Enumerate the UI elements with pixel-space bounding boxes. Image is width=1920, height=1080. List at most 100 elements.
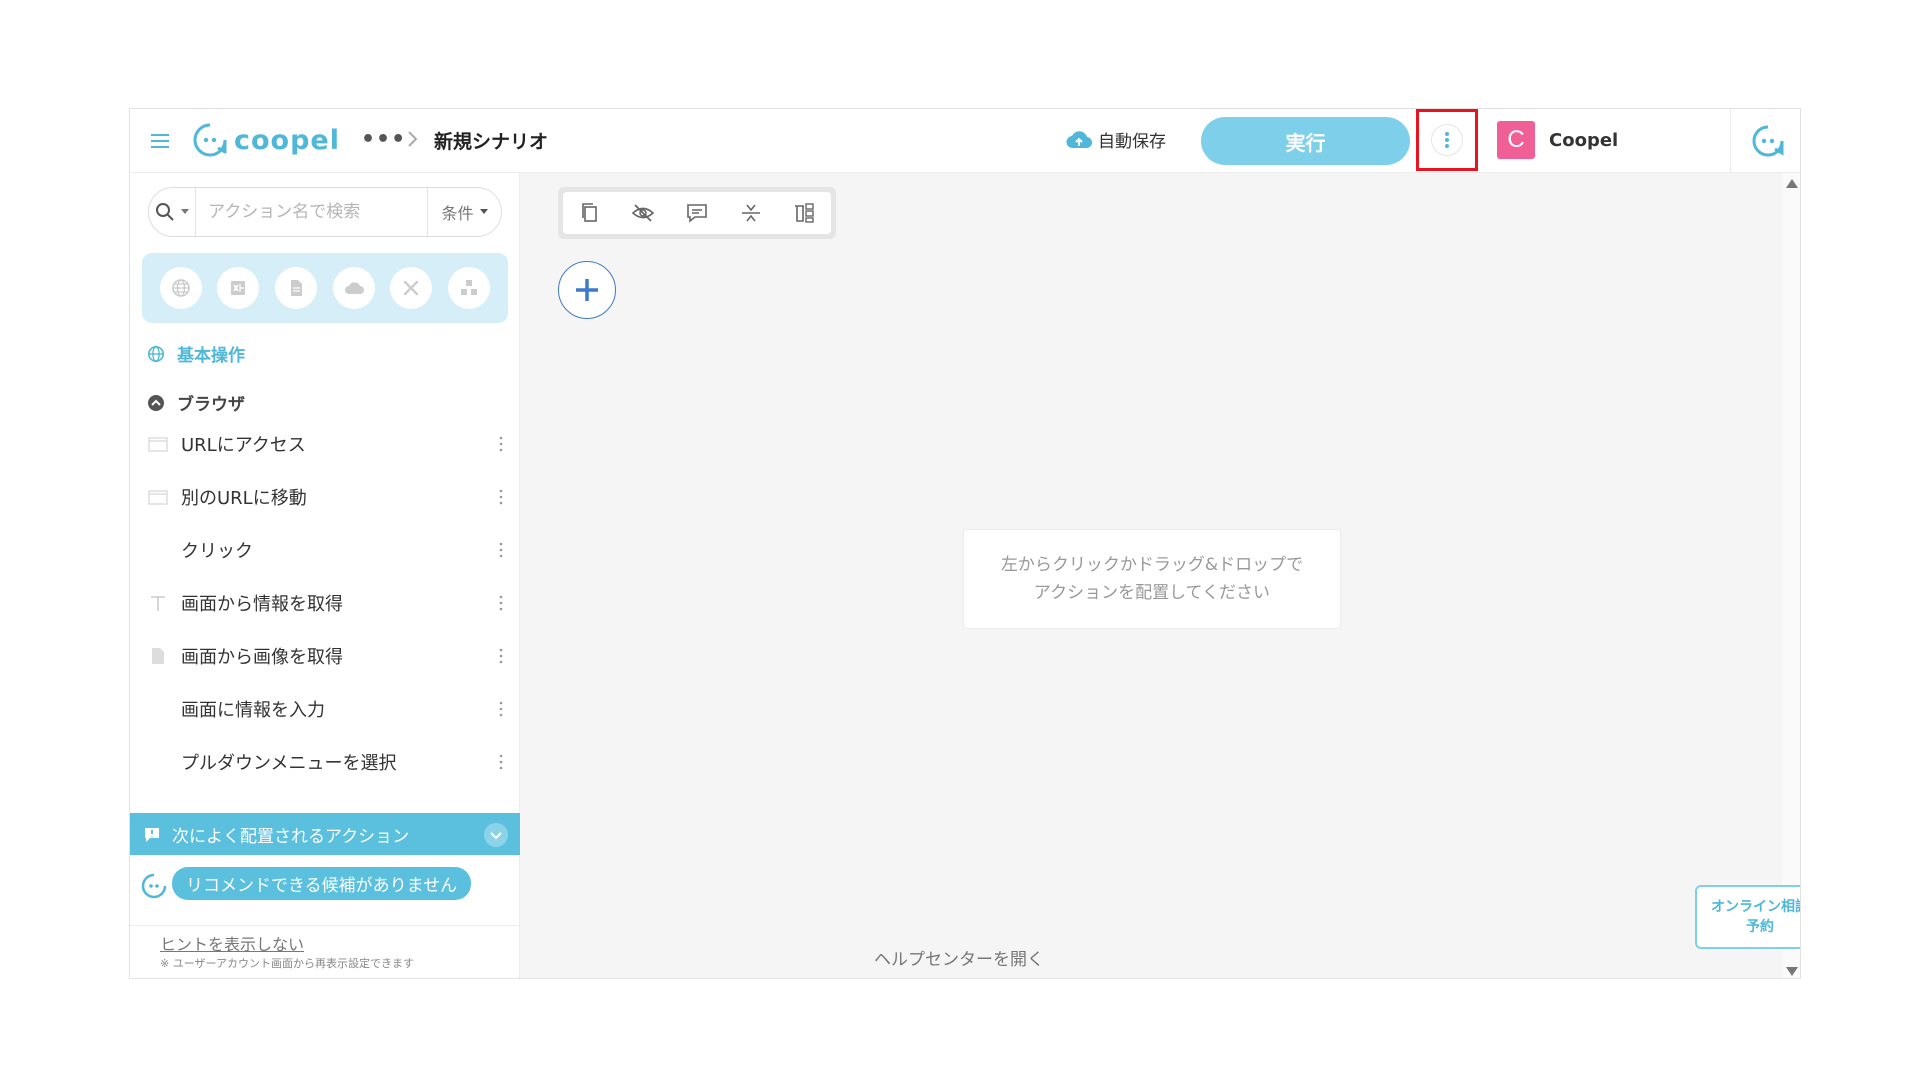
suggested-actions-bar[interactable]: 次によく配置されるアクション (130, 813, 520, 855)
sidebar: 条件 基本操作 (130, 173, 520, 978)
online-consultation-button[interactable]: オンライン相談 予約 (1695, 885, 1801, 949)
category-bar (142, 253, 508, 323)
category-cluster[interactable] (448, 267, 491, 309)
help-center-link[interactable]: ヘルプセンターを開く (520, 945, 1398, 970)
action-get-info[interactable]: 画面から情報を取得 (130, 576, 520, 629)
logo-text: coopel (234, 124, 340, 156)
drop-hint-line-2: アクションを配置してください (1033, 583, 1271, 603)
action-label: 画面に情報を入力 (181, 699, 325, 721)
action-select-dropdown[interactable]: プルダウンメニューを選択 (130, 735, 520, 788)
header-divider (1730, 109, 1731, 173)
scroll-up-arrow[interactable] (1786, 179, 1798, 188)
collapse-toggle[interactable] (484, 823, 508, 847)
section-browser-label: ブラウザ (177, 395, 245, 415)
condition-label: 条件 (441, 204, 474, 223)
document-icon (291, 280, 303, 296)
caret-down-icon (479, 209, 488, 214)
text-icon (151, 595, 165, 611)
category-excel[interactable] (217, 267, 260, 309)
trash-icon (795, 203, 814, 223)
action-label: URLにアクセス (181, 434, 306, 456)
vertical-dots-icon[interactable] (498, 433, 504, 455)
canvas-toolbar (558, 187, 836, 239)
run-button[interactable]: 実行 (1201, 117, 1410, 165)
category-document[interactable] (275, 267, 318, 309)
add-action-button[interactable] (558, 261, 616, 319)
excel-icon (231, 281, 246, 295)
action-input-info[interactable]: 画面に情報を入力 (130, 682, 520, 735)
delete-button[interactable] (788, 197, 820, 229)
hamburger-menu-icon[interactable] (149, 130, 171, 152)
search-input[interactable] (196, 188, 428, 236)
divider (130, 925, 520, 926)
action-label: 画面から画像を取得 (181, 646, 343, 668)
cloud-upload-icon (1066, 130, 1092, 148)
copy-button[interactable] (574, 197, 606, 229)
section-browser[interactable]: ブラウザ (147, 390, 245, 415)
section-basic-label: 基本操作 (177, 346, 245, 366)
section-basic-operations[interactable]: 基本操作 (147, 341, 245, 366)
vertical-dots-icon[interactable] (498, 698, 504, 720)
vertical-dots-icon[interactable] (498, 539, 504, 561)
assistant-bot-icon[interactable] (1750, 123, 1786, 159)
vertical-dots-icon[interactable] (498, 645, 504, 667)
window-icon (148, 436, 168, 452)
action-move-url[interactable]: 別のURLに移動 (130, 470, 520, 523)
more-options-button[interactable] (1416, 109, 1478, 171)
action-click[interactable]: クリック (130, 523, 520, 576)
drop-hint-box: 左からクリックかドラッグ&ドロップで アクションを配置してください (963, 529, 1341, 629)
vertical-dots-icon[interactable] (498, 592, 504, 614)
condition-dropdown[interactable]: 条件 (427, 188, 501, 236)
collapse-button[interactable] (735, 197, 767, 229)
suggested-actions-title: 次によく配置されるアクション (172, 826, 410, 847)
vertical-dots-icon[interactable] (498, 751, 504, 773)
recommendation-bubble: リコメンドできる候補がありません (172, 867, 472, 900)
cluster-icon (461, 280, 478, 295)
category-cloud[interactable] (332, 267, 375, 309)
lightbulb-icon (145, 828, 159, 842)
hide-hints-link[interactable]: ヒントを表示しない (160, 931, 304, 955)
user-menu[interactable]: C Coopel (1497, 121, 1618, 159)
autosave-status[interactable]: 自動保存 (1066, 127, 1166, 152)
copy-icon (581, 203, 597, 222)
globe-icon (172, 279, 190, 297)
consult-line-2: 予約 (1746, 919, 1774, 935)
hint-note: ※ ユーザーアカウント画面から再表示設定できます (160, 957, 415, 970)
category-tools[interactable] (390, 267, 433, 309)
action-get-image[interactable]: 画面から画像を取得 (130, 629, 520, 682)
autosave-label: 自動保存 (1098, 132, 1166, 152)
tools-icon (404, 280, 419, 296)
consult-line-1: オンライン相談 (1711, 899, 1801, 915)
assistant-bot-icon (141, 873, 167, 899)
app-window: coopel ••• 新規シナリオ 自動保存 実行 C Coopel アクション… (129, 108, 1801, 979)
search-icon (156, 203, 174, 221)
disable-button[interactable] (627, 197, 659, 229)
action-url-access[interactable]: URLにアクセス (130, 417, 520, 470)
comment-button[interactable] (681, 197, 713, 229)
scenario-canvas[interactable]: 左からクリックかドラッグ&ドロップで アクションを配置してください ヘルプセンタ… (520, 173, 1801, 978)
vertical-dots-icon[interactable] (498, 486, 504, 508)
logo[interactable]: coopel (192, 120, 340, 160)
vertical-dots-icon (1445, 132, 1449, 148)
scenario-title[interactable]: 新規シナリオ (434, 127, 548, 154)
recommendation-area: リコメンドできる候補がありません (140, 867, 472, 900)
vertical-scrollbar[interactable] (1782, 173, 1800, 978)
drop-hint-line-1: 左からクリックかドラッグ&ドロップで (1000, 555, 1304, 575)
blank-icon (147, 751, 169, 773)
file-icon (152, 647, 164, 664)
collapse-icon (741, 204, 760, 222)
caret-down-icon (181, 209, 190, 214)
action-label: クリック (181, 540, 253, 562)
plus-icon (576, 279, 598, 301)
scroll-down-arrow[interactable] (1786, 967, 1798, 976)
globe-icon (147, 345, 165, 362)
search-box: 条件 (148, 187, 502, 237)
category-globe[interactable] (159, 267, 202, 309)
chevron-down-icon (490, 832, 502, 840)
search-type-dropdown[interactable] (149, 188, 197, 236)
breadcrumb-more-button[interactable]: ••• (361, 127, 406, 152)
cloud-icon (344, 282, 364, 294)
coopel-logo-icon (193, 123, 227, 157)
blank-icon (147, 698, 169, 720)
blank-icon (147, 539, 169, 561)
